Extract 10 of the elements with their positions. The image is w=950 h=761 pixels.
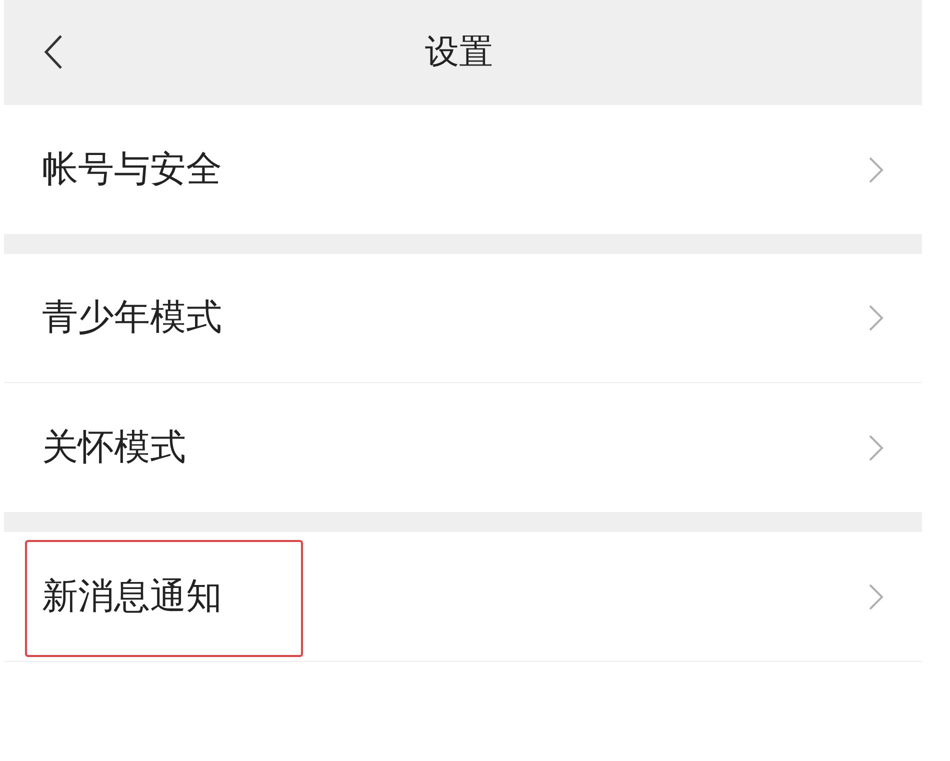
chevron-right-icon [868, 304, 884, 332]
item-label: 青少年模式 [42, 296, 223, 340]
chevron-right-icon [868, 434, 884, 462]
item-label: 新消息通知 [42, 574, 223, 618]
item-label: 帐号与安全 [42, 148, 223, 192]
back-icon [43, 34, 63, 70]
page-title: 设置 [425, 31, 493, 74]
chevron-right-icon [868, 156, 884, 184]
chevron-right-icon [868, 582, 884, 610]
item-label: 关怀模式 [42, 426, 187, 470]
